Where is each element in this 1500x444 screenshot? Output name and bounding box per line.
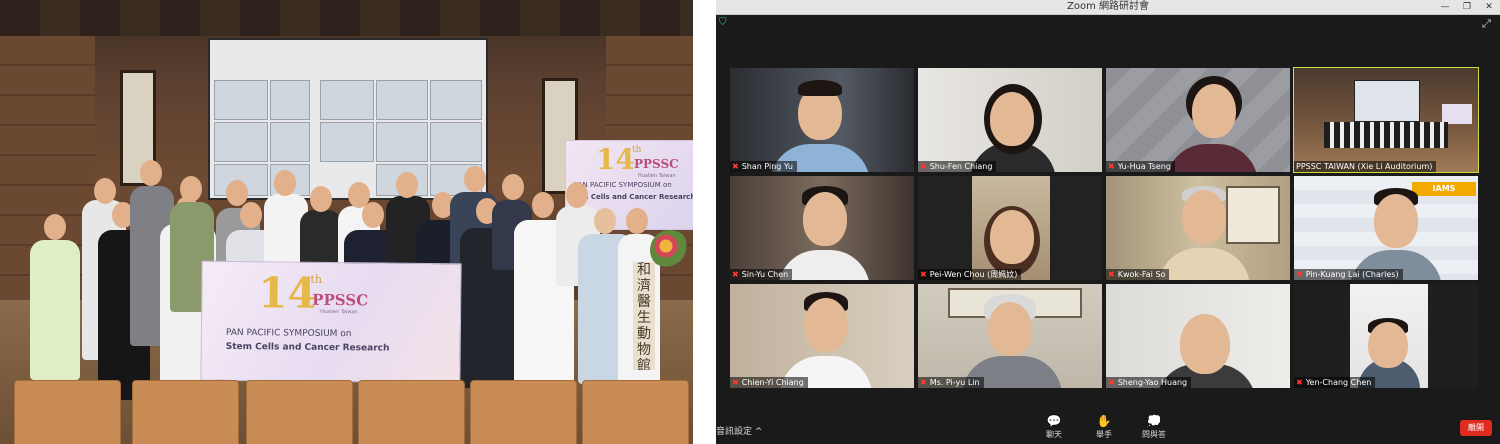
close-button[interactable]: ✕ bbox=[1478, 0, 1500, 14]
chat-button[interactable]: 💬 聊天 bbox=[1036, 414, 1072, 440]
participant-tile-ppssc-taiwan[interactable]: PPSSC TAIWAN (Xie Li Auditorium) bbox=[1293, 67, 1479, 173]
participant-tile-sheng-yao-huang[interactable]: ✖ Sheng-Yao Huang bbox=[1106, 284, 1290, 388]
hand-icon: ✋ bbox=[1096, 414, 1112, 428]
flower-arrangement bbox=[650, 230, 690, 270]
participant-name: ✖ Pei-Wen Chou (周姵妏) bbox=[918, 269, 1022, 280]
fullscreen-icon[interactable]: ⤢ bbox=[1482, 18, 1491, 29]
front-banner-location: Hualien Taiwan bbox=[320, 308, 358, 316]
participant-tile-shu-fen-chiang[interactable]: ✖ Shu-Fen Chiang bbox=[918, 68, 1102, 172]
audio-settings-button[interactable]: 音訊設定 ^ bbox=[716, 424, 762, 437]
participant-tile-kwok-fai-so[interactable]: ✖ Kwok-Fai So bbox=[1106, 176, 1290, 280]
participant-tile-shan-ping-yu[interactable]: ✖ Shan Ping Yu bbox=[730, 68, 914, 172]
chat-icon: 💬 bbox=[1046, 414, 1062, 428]
mic-muted-icon: ✖ bbox=[732, 270, 739, 279]
participant-name: ✖ Sheng-Yao Huang bbox=[1106, 377, 1192, 388]
participant-name: ✖ Shu-Fen Chiang bbox=[918, 161, 997, 172]
title-bar: Zoom 網路研討會 — ❐ ✕ bbox=[716, 0, 1500, 15]
participant-name: ✖ Yen-Chang Chen bbox=[1294, 377, 1376, 388]
mic-muted-icon: ✖ bbox=[920, 270, 927, 279]
participant-name: PPSSC TAIWAN (Xie Li Auditorium) bbox=[1294, 161, 1437, 172]
sponsor-banner: IAMS bbox=[1412, 182, 1476, 196]
leave-button[interactable]: 離開 bbox=[1460, 420, 1492, 436]
participant-name: ✖ Ms. Pi-yu Lin bbox=[918, 377, 984, 388]
participant-tile-chien-yi-chiang[interactable]: ✖ Chien-Yi Chiang bbox=[730, 284, 914, 388]
front-banner-brand: PPSSC bbox=[312, 290, 369, 310]
front-banner-number-suffix: th bbox=[310, 272, 323, 286]
mic-muted-icon: ✖ bbox=[920, 378, 927, 387]
front-banner-number: 14 bbox=[258, 268, 318, 318]
front-banner-line1: PAN PACIFIC SYMPOSIUM on bbox=[225, 327, 352, 340]
participant-tile-yu-hua-tseng[interactable]: ✖ Yu-Hua Tseng bbox=[1106, 68, 1290, 172]
participant-tile-yen-chang-chen[interactable]: ✖ Yen-Chang Chen bbox=[1294, 284, 1478, 388]
participant-name: ✖ Shan Ping Yu bbox=[730, 161, 797, 172]
participant-name: ✖ Yu-Hua Tseng bbox=[1106, 161, 1175, 172]
group-photo: 14 th PPSSC Hualien Taiwan PAN PACIFIC S… bbox=[0, 0, 693, 444]
window-title: Zoom 網路研討會 bbox=[1066, 1, 1149, 12]
qa-button[interactable]: 💭 問與答 bbox=[1136, 414, 1172, 440]
zoom-window: Zoom 網路研討會 — ❐ ✕ ⛉ ⤢ ✖ Shan Ping Yu ✖ Shu-… bbox=[716, 0, 1500, 444]
maximize-button[interactable]: ❐ bbox=[1456, 0, 1478, 14]
mic-muted-icon: ✖ bbox=[1108, 270, 1115, 279]
front-banner-line2: Stem Cells and Cancer Research bbox=[225, 341, 390, 354]
auditorium-chairs bbox=[0, 380, 693, 444]
minimize-button[interactable]: — bbox=[1434, 0, 1456, 14]
mic-muted-icon: ✖ bbox=[1296, 270, 1303, 279]
participant-tile-pi-yu-lin[interactable]: ✖ Ms. Pi-yu Lin bbox=[918, 284, 1102, 388]
ceiling bbox=[0, 0, 693, 36]
mic-muted-icon: ✖ bbox=[920, 162, 927, 171]
front-banner: 14 th PPSSC Hualien Taiwan PAN PACIFIC S… bbox=[200, 260, 462, 384]
participant-tile-sin-yu-chen[interactable]: ✖ Sin-Yu Chen bbox=[730, 176, 914, 280]
participant-tile-pin-kuang-lai[interactable]: IAMS ✖ Pin-Kuang Lai (Charles) bbox=[1294, 176, 1478, 280]
meeting-toolbar: 音訊設定 ^ 💬 聊天 ✋ 舉手 💭 問與答 離開 bbox=[716, 412, 1500, 444]
shield-icon[interactable]: ⛉ bbox=[719, 18, 729, 28]
mic-muted-icon: ✖ bbox=[1108, 162, 1115, 171]
participant-tile-pei-wen-chou[interactable]: ✖ Pei-Wen Chou (周姵妏) bbox=[918, 176, 1102, 280]
mic-muted-icon: ✖ bbox=[1108, 378, 1115, 387]
participant-name: ✖ Kwok-Fai So bbox=[1106, 269, 1170, 280]
raise-hand-button[interactable]: ✋ 舉手 bbox=[1086, 414, 1122, 440]
mic-muted-icon: ✖ bbox=[732, 378, 739, 387]
vertical-sign: 和 濟 醫 生 動 物 館 bbox=[633, 262, 655, 370]
participant-name: ✖ Sin-Yu Chen bbox=[730, 269, 793, 280]
participant-name: ✖ Chien-Yi Chiang bbox=[730, 377, 808, 388]
mic-muted-icon: ✖ bbox=[732, 162, 739, 171]
participant-name: ✖ Pin-Kuang Lai (Charles) bbox=[1294, 269, 1403, 280]
qa-icon: 💭 bbox=[1146, 414, 1162, 428]
mic-muted-icon: ✖ bbox=[1296, 378, 1303, 387]
